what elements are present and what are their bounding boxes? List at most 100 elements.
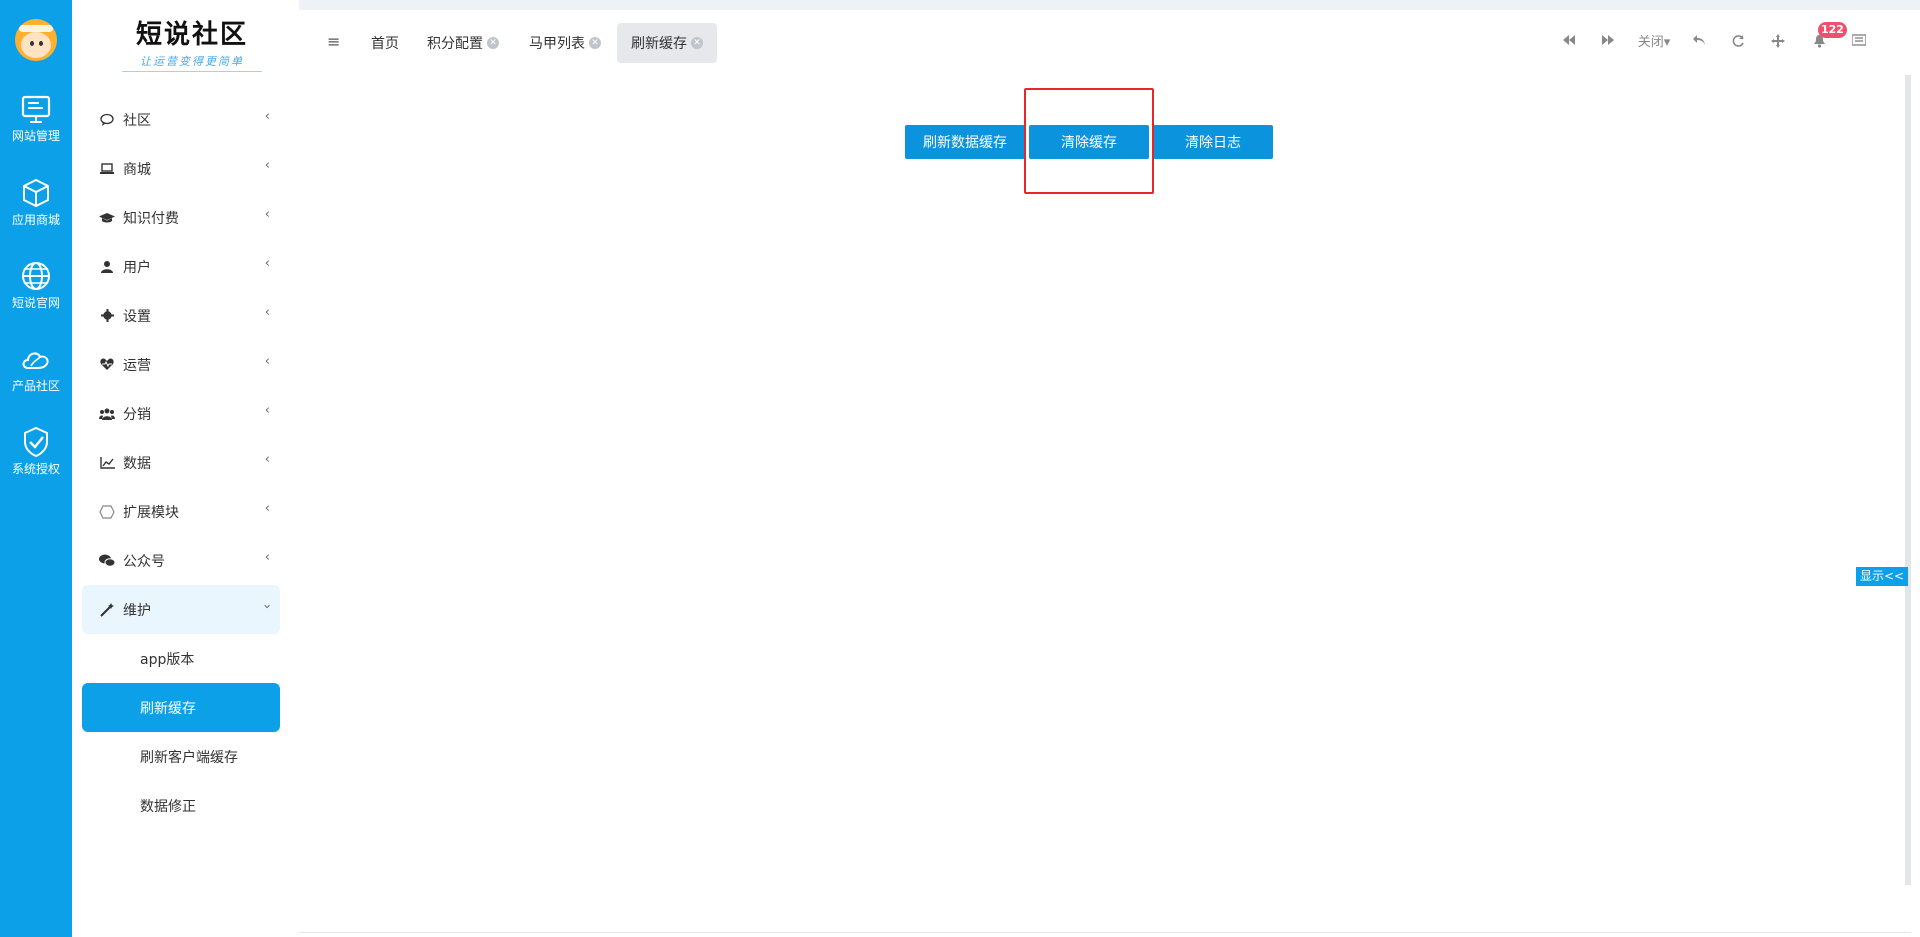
wand-icon [97, 602, 117, 617]
gear-icon [97, 309, 117, 322]
sidebar-subitem-label: 刷新缓存 [140, 700, 196, 717]
sidebar-item-label: 商城 [123, 161, 151, 178]
sidebar-item-label: 维护 [123, 602, 151, 619]
sidebar-item-paid-knowledge[interactable]: 知识付费 ‹ [82, 193, 280, 242]
show-panel-toggle[interactable]: 显示<< [1856, 567, 1908, 586]
app-rail: 网站管理 应用商城 短说官网 产品社区 系统授权 [0, 0, 72, 937]
sidebar-item-extensions[interactable]: 扩展模块 ‹ [82, 487, 280, 536]
sidebar-item-mall[interactable]: 商城 ‹ [82, 144, 280, 193]
tab-label: 刷新缓存 [631, 36, 687, 52]
line-chart-icon [97, 456, 117, 469]
sidebar-subitem-label: app版本 [140, 651, 195, 668]
avatar[interactable] [15, 19, 57, 61]
rail-item-label: 短说官网 [11, 296, 60, 310]
rail-item-product-community[interactable]: 产品社区 [0, 336, 72, 408]
fullscreen-icon[interactable] [1770, 34, 1786, 52]
tab-home[interactable]: 首页 [357, 23, 413, 63]
rail-item-label: 产品社区 [11, 379, 60, 393]
sidebar-item-label: 公众号 [123, 553, 165, 570]
logo-title: 短说社区 [135, 20, 248, 50]
notification-badge: 122 [1818, 22, 1847, 38]
close-tabs-dropdown[interactable]: 关闭▾ [1634, 34, 1674, 52]
rail-item-official-site[interactable]: 短说官网 [0, 253, 72, 325]
chevron-left-icon: ‹ [264, 452, 270, 467]
bottom-divider [299, 932, 1911, 933]
highlight-box [1024, 88, 1154, 194]
chevron-left-icon: ‹ [264, 550, 270, 565]
chevron-left-icon: ‹ [264, 207, 270, 222]
sidebar-item-community[interactable]: 社区 ‹ [82, 95, 280, 144]
sidebar-item-label: 分销 [123, 406, 151, 423]
sidebar-item-settings[interactable]: 设置 ‹ [82, 291, 280, 340]
hexagon-icon [97, 504, 117, 519]
scrollbar[interactable] [1905, 75, 1911, 885]
headband [19, 25, 53, 32]
chevron-down-icon: ‹ [259, 603, 275, 610]
sidebar-item-label: 数据 [123, 455, 151, 472]
sidebar-item-users[interactable]: 用户 ‹ [82, 242, 280, 291]
sidebar-item-label: 知识付费 [123, 210, 179, 227]
sidebar-item-operations[interactable]: 运营 ‹ [82, 340, 280, 389]
tab-label: 首页 [371, 36, 399, 52]
globe-icon [22, 262, 50, 290]
sidebar-subitem-refresh-cache[interactable]: 刷新缓存 [82, 683, 280, 732]
avatar-face [21, 32, 51, 58]
sidebar-item-label: 设置 [123, 308, 151, 325]
sidebar-subitem-data-fix[interactable]: 数据修正 [82, 781, 280, 830]
tab-vest-list[interactable]: 马甲列表 ✕ [515, 23, 615, 63]
sidebar-subitem-app-version[interactable]: app版本 [82, 634, 280, 683]
tab-refresh-cache[interactable]: 刷新缓存 ✕ [617, 23, 717, 63]
user-icon [97, 260, 117, 273]
tab-label: 马甲列表 [529, 36, 585, 52]
rail-item-app-store[interactable]: 应用商城 [0, 170, 72, 242]
scroll-left-icon[interactable] [1561, 34, 1577, 52]
sidebar: 短说社区 让运营变得更简单 社区 ‹ 商城 ‹ 知识付费 ‹ 用户 ‹ 设置 ‹ [72, 0, 299, 937]
sidebar-subitem-refresh-client-cache[interactable]: 刷新客户端缓存 [82, 732, 280, 781]
panel-toggle-icon[interactable] [1851, 34, 1867, 52]
tab-points-config[interactable]: 积分配置 ✕ [413, 23, 513, 63]
heartbeat-icon [97, 358, 117, 371]
chevron-left-icon: ‹ [264, 305, 270, 320]
sidebar-item-data[interactable]: 数据 ‹ [82, 438, 280, 487]
sidebar-subitem-label: 数据修正 [140, 798, 196, 815]
hamburger-icon[interactable]: ≡ [327, 34, 343, 50]
laptop-icon [97, 162, 117, 175]
close-icon[interactable]: ✕ [589, 37, 601, 49]
logo[interactable]: 短说社区 让运营变得更简单 [122, 14, 262, 72]
shield-check-icon [24, 426, 48, 458]
close-icon[interactable]: ✕ [691, 37, 703, 49]
graduation-cap-icon [97, 212, 117, 224]
rail-item-label: 应用商城 [11, 213, 60, 227]
monitor-icon [21, 95, 51, 123]
logo-subtitle: 让运营变得更简单 [122, 53, 262, 72]
clear-log-button[interactable]: 清除日志 [1153, 125, 1273, 159]
chevron-left-icon: ‹ [264, 354, 270, 369]
rail-item-label: 系统授权 [11, 462, 60, 476]
chat-icon [97, 113, 117, 127]
avatar-eye [39, 41, 43, 46]
sidebar-item-official-account[interactable]: 公众号 ‹ [82, 536, 280, 585]
undo-icon[interactable] [1691, 34, 1707, 52]
close-icon[interactable]: ✕ [487, 37, 499, 49]
rail-item-system-license[interactable]: 系统授权 [0, 419, 72, 491]
users-icon [97, 407, 117, 420]
close-tabs-label: 关闭 [1637, 35, 1664, 50]
avatar-eye [30, 41, 34, 46]
rail-item-website-admin[interactable]: 网站管理 [0, 86, 72, 158]
chevron-left-icon: ‹ [264, 109, 270, 124]
sidebar-item-distribution[interactable]: 分销 ‹ [82, 389, 280, 438]
chevron-left-icon: ‹ [264, 501, 270, 516]
main-top-strip [299, 0, 1920, 10]
refresh-icon[interactable] [1730, 34, 1746, 52]
sidebar-item-label: 扩展模块 [123, 504, 179, 521]
caret-down-icon: ▾ [1663, 35, 1671, 50]
chevron-left-icon: ‹ [264, 158, 270, 173]
refresh-data-cache-button[interactable]: 刷新数据缓存 [905, 125, 1025, 159]
sidebar-item-label: 社区 [123, 112, 151, 129]
cloud-icon [22, 352, 49, 369]
tab-label: 积分配置 [427, 36, 483, 52]
chevron-left-icon: ‹ [264, 403, 270, 418]
sidebar-item-maintenance[interactable]: 维护 ‹ [82, 585, 280, 634]
scroll-right-icon[interactable] [1600, 34, 1616, 52]
sidebar-item-label: 用户 [123, 259, 151, 276]
